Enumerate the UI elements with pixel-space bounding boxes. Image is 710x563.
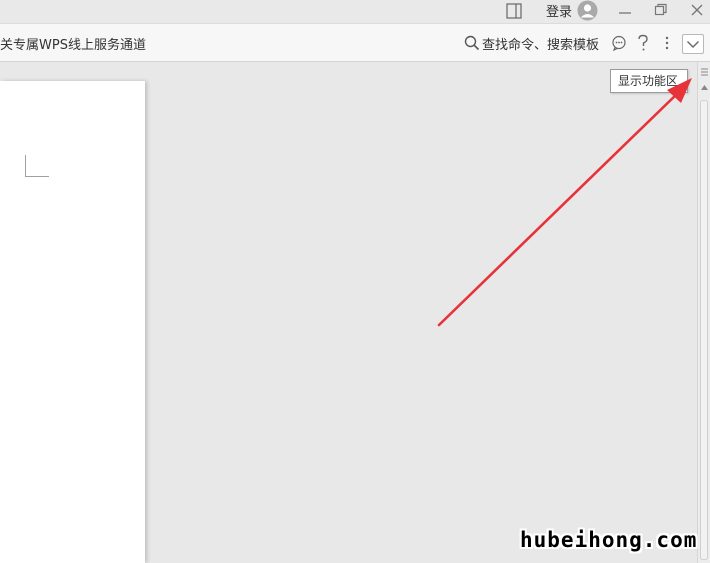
annotation-arrow-icon: [437, 78, 692, 327]
watermark-text: hubeihong.com: [520, 528, 698, 552]
